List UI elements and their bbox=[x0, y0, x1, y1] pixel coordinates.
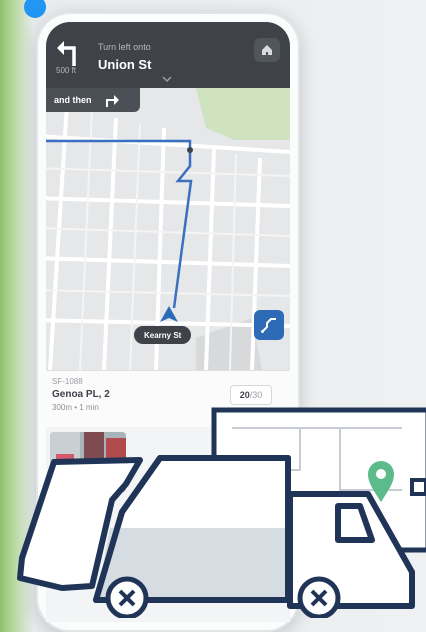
truck-wheel bbox=[297, 576, 341, 618]
garbage-truck-illustration bbox=[17, 407, 426, 618]
truck-wheel bbox=[105, 576, 149, 618]
